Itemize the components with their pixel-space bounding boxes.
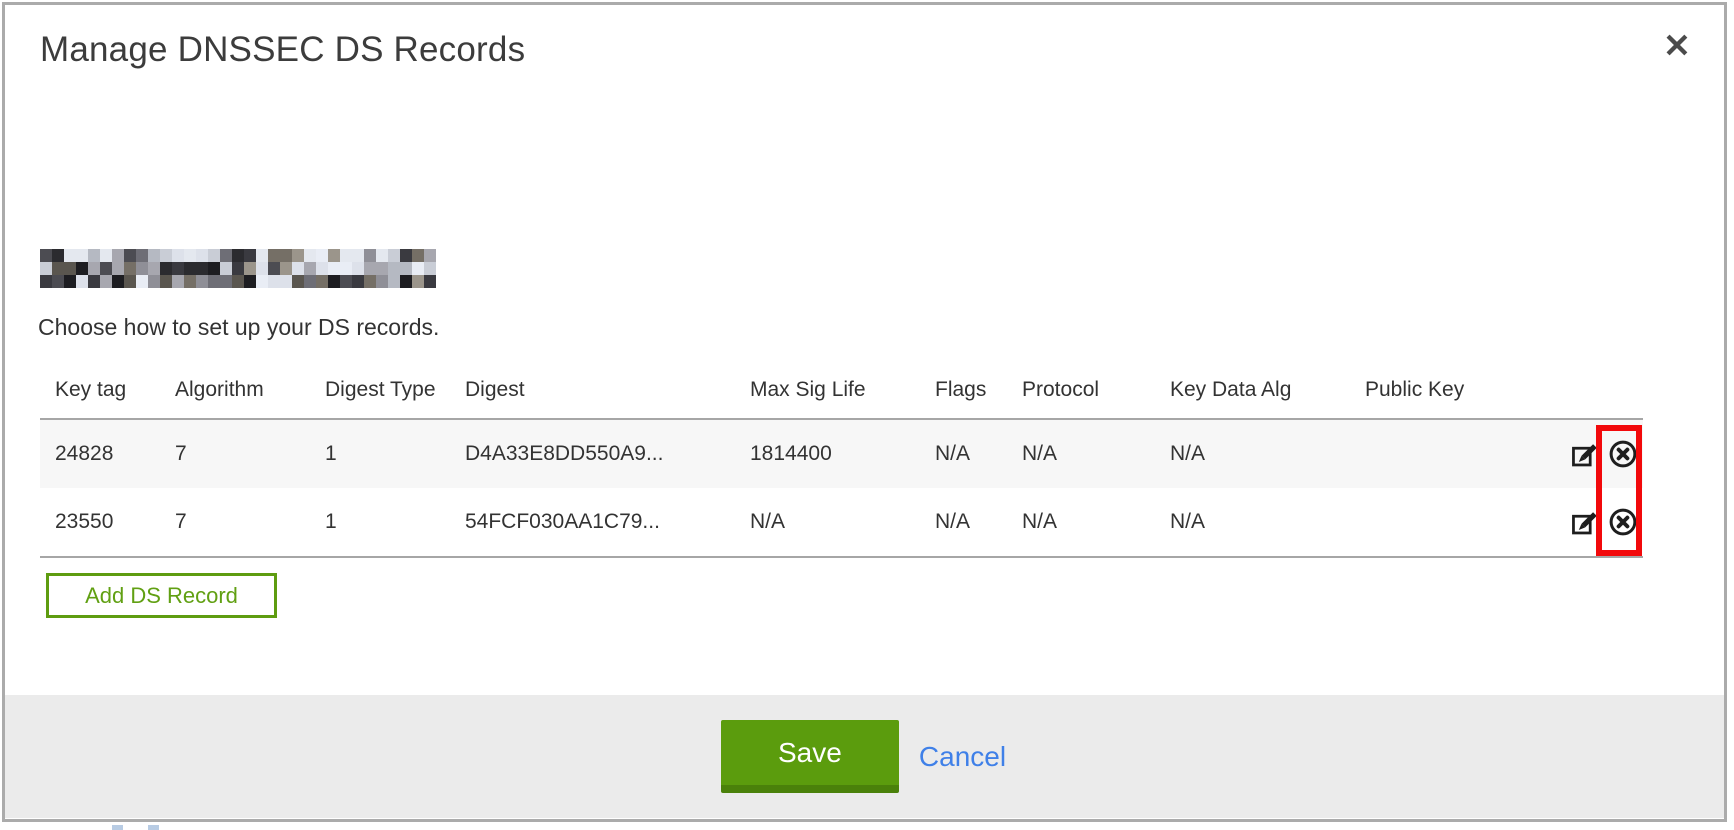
table-row: 2482871D4A33E8DD550A9...1814400N/AN/AN/A (40, 419, 1643, 488)
cancel-link[interactable]: Cancel (917, 741, 1008, 773)
redacted-domain-name (40, 249, 436, 288)
column-header-algorithm: Algorithm (175, 372, 325, 419)
delete-record-icon[interactable] (1608, 439, 1638, 469)
column-header-digest-type: Digest Type (325, 372, 465, 419)
table-cell: 7 (175, 419, 325, 488)
column-header-actions (1515, 372, 1643, 419)
delete-record-icon[interactable] (1608, 507, 1638, 537)
table-cell: N/A (1170, 488, 1365, 557)
table-cell: 1 (325, 488, 465, 557)
background-artifact (148, 825, 159, 830)
column-header-key-tag: Key tag (40, 372, 175, 419)
table-cell: 1 (325, 419, 465, 488)
table-cell: D4A33E8DD550A9... (465, 419, 750, 488)
column-header-digest: Digest (465, 372, 750, 419)
close-icon[interactable]: ✕ (1655, 24, 1699, 68)
background-artifact (112, 825, 123, 830)
table-cell: N/A (1022, 419, 1170, 488)
edit-record-icon[interactable] (1570, 507, 1600, 537)
edit-record-icon[interactable] (1570, 439, 1600, 469)
table-cell: N/A (935, 488, 1022, 557)
row-actions (1515, 488, 1643, 557)
dialog-footer: Save Cancel (5, 695, 1724, 818)
column-header-protocol: Protocol (1022, 372, 1170, 419)
table-cell: N/A (1170, 419, 1365, 488)
save-button[interactable]: Save (721, 720, 899, 793)
table-cell: 54FCF030AA1C79... (465, 488, 750, 557)
table-cell: 1814400 (750, 419, 935, 488)
setup-instruction-text: Choose how to set up your DS records. (38, 314, 439, 341)
table-cell: N/A (935, 419, 1022, 488)
table-cell: N/A (1022, 488, 1170, 557)
table-cell: 24828 (40, 419, 175, 488)
table-row: 235507154FCF030AA1C79...N/AN/AN/AN/A (40, 488, 1643, 557)
column-header-key-data-alg: Key Data Alg (1170, 372, 1365, 419)
page-title: Manage DNSSEC DS Records (40, 30, 525, 70)
ds-records-table: Key tagAlgorithmDigest TypeDigestMax Sig… (40, 372, 1643, 558)
table-cell (1365, 488, 1515, 557)
table-cell: 23550 (40, 488, 175, 557)
table-cell (1365, 419, 1515, 488)
column-header-max-sig-life: Max Sig Life (750, 372, 935, 419)
column-header-flags: Flags (935, 372, 1022, 419)
row-actions (1515, 419, 1643, 488)
table-header: Key tagAlgorithmDigest TypeDigestMax Sig… (40, 372, 1643, 419)
add-ds-record-button[interactable]: Add DS Record (46, 573, 277, 618)
table-cell: N/A (750, 488, 935, 557)
table-cell: 7 (175, 488, 325, 557)
column-header-public-key: Public Key (1365, 372, 1515, 419)
